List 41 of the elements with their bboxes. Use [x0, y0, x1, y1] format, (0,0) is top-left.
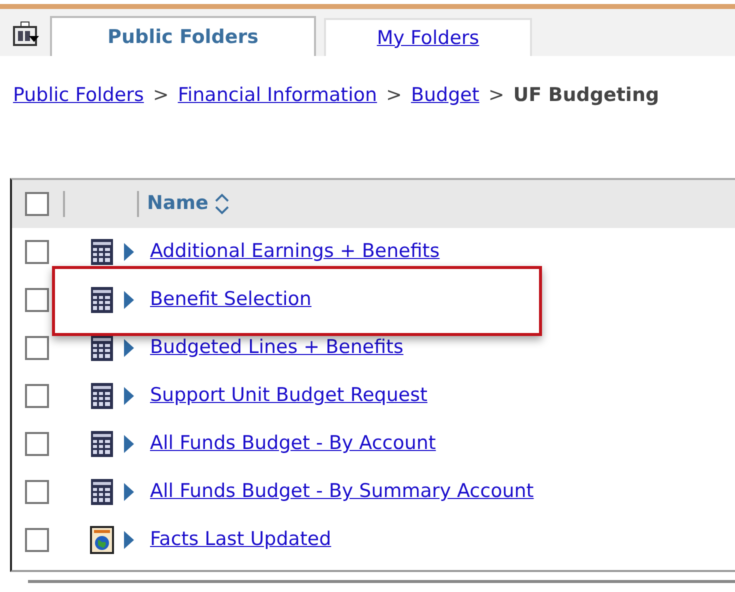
report-link[interactable]: All Funds Budget - By Account [150, 429, 436, 458]
report-link[interactable]: All Funds Budget - By Summary Account [150, 477, 534, 506]
tab[interactable]: Public Folders [50, 16, 316, 56]
breadcrumb-separator: > [386, 83, 402, 108]
tab[interactable]: My Folders [324, 18, 532, 56]
row-checkbox[interactable] [25, 240, 49, 264]
report-link[interactable]: Facts Last Updated [150, 525, 332, 554]
breadcrumb-separator: > [488, 83, 504, 108]
sort-icon[interactable] [214, 192, 230, 214]
row-checkbox[interactable] [25, 480, 49, 504]
report-link[interactable]: Budgeted Lines + Benefits [150, 333, 404, 362]
report-link[interactable]: Additional Earnings + Benefits [150, 237, 440, 266]
table-report-icon [90, 478, 114, 506]
row-checkbox[interactable] [25, 384, 49, 408]
table-report-icon [90, 286, 114, 314]
report-link[interactable]: Benefit Selection [150, 285, 312, 314]
breadcrumb-link[interactable]: Financial Information [178, 81, 378, 110]
expand-arrow-icon[interactable] [124, 530, 134, 548]
expand-arrow-icon[interactable] [124, 338, 134, 356]
select-all-checkbox[interactable] [25, 192, 49, 216]
expand-arrow-icon[interactable] [124, 434, 134, 452]
row-checkbox[interactable] [25, 288, 49, 312]
row-checkbox[interactable] [25, 336, 49, 360]
breadcrumb-separator: > [152, 83, 169, 108]
table-report-icon [90, 334, 114, 362]
table-report-icon [90, 238, 114, 266]
expand-arrow-icon[interactable] [124, 386, 134, 404]
table-report-icon [90, 382, 114, 410]
table-report-icon [90, 430, 114, 458]
globe-page-icon [90, 526, 114, 554]
report-link[interactable]: Support Unit Budget Request [150, 381, 428, 410]
row-checkbox[interactable] [25, 432, 49, 456]
expand-arrow-icon[interactable] [124, 242, 134, 260]
breadcrumb-current: UF Budgeting [513, 83, 660, 108]
breadcrumb-link[interactable]: Public Folders [13, 81, 144, 110]
row-checkbox[interactable] [25, 528, 49, 552]
column-header[interactable]: Name [147, 189, 230, 218]
folder-menu-icon[interactable] [12, 20, 40, 48]
breadcrumb-link[interactable]: Budget [410, 81, 480, 110]
expand-arrow-icon[interactable] [124, 482, 134, 500]
expand-arrow-icon[interactable] [124, 290, 134, 308]
